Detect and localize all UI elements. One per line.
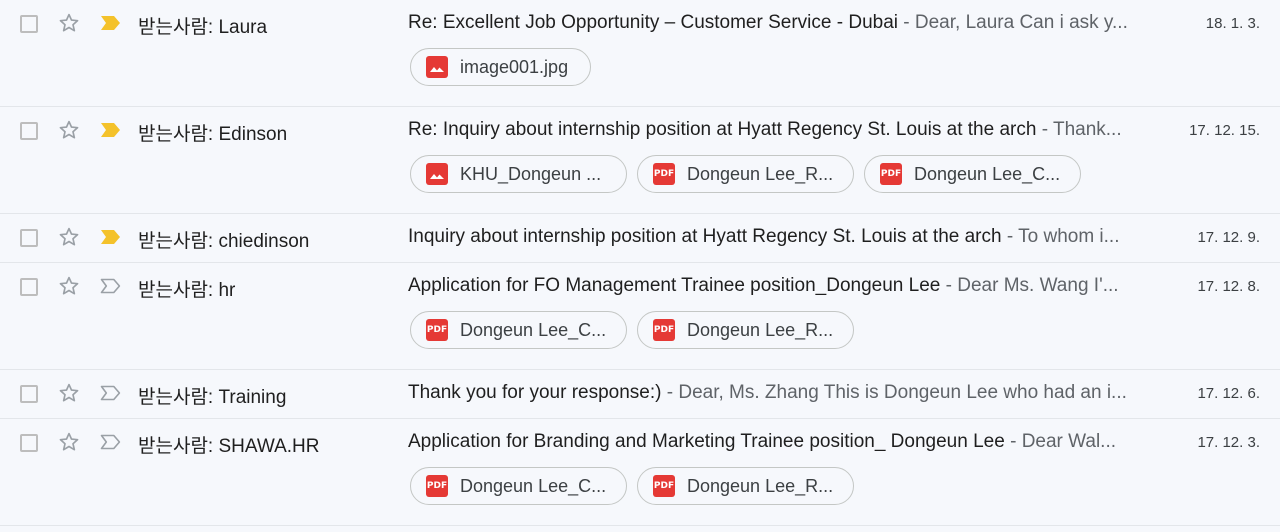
attachment-chip[interactable]: PDF Dongeun Lee_C... xyxy=(410,467,627,505)
email-date: 17. 12. 8. xyxy=(1197,278,1260,295)
email-row-main[interactable]: 받는사람: Edinson Re: Inquiry about internshi… xyxy=(0,107,1280,155)
attachment-name: Dongeun Lee_C... xyxy=(914,163,1061,184)
subject-separator: - xyxy=(1004,431,1022,452)
attachment-chips: PDF Dongeun Lee_C... PDF Dongeun Lee_R... xyxy=(0,311,1280,369)
email-row-main[interactable]: 받는사람: SHAWA.HR Application for Branding a… xyxy=(0,419,1280,467)
email-subject: Thank you for your response:) xyxy=(408,382,662,403)
subject-separator: - xyxy=(1036,119,1053,140)
sender-name: 받는사람: Training xyxy=(138,387,287,408)
star-icon[interactable] xyxy=(58,275,80,297)
sender-name: 받는사람: Laura xyxy=(138,17,268,38)
email-snippet: Dear Ms. Wang I'... xyxy=(957,275,1119,296)
checkbox-icon[interactable] xyxy=(20,229,38,247)
importance-marker-icon[interactable] xyxy=(100,385,122,401)
star-icon[interactable] xyxy=(58,226,80,248)
pdf-file-icon: PDF xyxy=(880,163,902,185)
pdf-file-icon: PDF xyxy=(426,319,448,341)
attachment-name: Dongeun Lee_C... xyxy=(460,475,607,496)
sender-name: 받는사람: hr xyxy=(138,280,236,301)
email-row-main[interactable]: 받는사람: chiedinson Inquiry about internship… xyxy=(0,214,1280,262)
email-snippet: To whom i... xyxy=(1018,226,1120,247)
email-list: 받는사람: Laura Re: Excellent Job Opportunity… xyxy=(0,0,1280,526)
checkbox-icon[interactable] xyxy=(20,434,38,452)
attachment-name: Dongeun Lee_R... xyxy=(687,475,834,496)
attachment-name: KHU_Dongeun ... xyxy=(460,163,602,184)
email-date: 17. 12. 9. xyxy=(1197,229,1260,246)
attachment-chip[interactable]: PDF Dongeun Lee_R... xyxy=(637,155,854,193)
image-file-icon xyxy=(426,56,448,78)
email-row[interactable]: 받는사람: Training Thank you for your respons… xyxy=(0,370,1280,419)
email-snippet: Thank... xyxy=(1052,119,1122,140)
email-row[interactable]: 받는사람: Laura Re: Excellent Job Opportunity… xyxy=(0,0,1280,107)
subject-separator: - xyxy=(661,382,679,403)
star-icon[interactable] xyxy=(58,12,80,34)
attachment-chips: PDF Dongeun Lee_C... PDF Dongeun Lee_R... xyxy=(0,467,1280,525)
checkbox-icon[interactable] xyxy=(20,278,38,296)
attachment-name: Dongeun Lee_R... xyxy=(687,163,834,184)
subject-separator: - xyxy=(1001,226,1019,247)
attachment-chip[interactable]: PDF Dongeun Lee_C... xyxy=(864,155,1081,193)
email-subject: Re: Inquiry about internship position at… xyxy=(408,119,1037,140)
email-row[interactable]: 받는사람: hr Application for FO Management Tr… xyxy=(0,263,1280,370)
attachment-name: image001.jpg xyxy=(460,56,569,77)
pdf-file-icon: PDF xyxy=(426,475,448,497)
subject-separator: - xyxy=(940,275,958,296)
importance-marker-icon[interactable] xyxy=(100,278,122,294)
attachment-name: Dongeun Lee_C... xyxy=(460,319,607,340)
email-date: 17. 12. 3. xyxy=(1197,434,1260,451)
email-row-main[interactable]: 받는사람: Laura Re: Excellent Job Opportunity… xyxy=(0,0,1280,48)
attachment-chips: image001.jpg xyxy=(0,48,1280,106)
email-subject: Application for FO Management Trainee po… xyxy=(408,275,941,296)
pdf-file-icon: PDF xyxy=(653,163,675,185)
subject-line[interactable]: Re: Excellent Job Opportunity – Customer… xyxy=(408,12,1132,34)
pdf-file-icon: PDF xyxy=(653,475,675,497)
email-row-main[interactable]: 받는사람: Training Thank you for your respons… xyxy=(0,370,1280,418)
sender-name: 받는사람: chiedinson xyxy=(138,231,310,252)
subject-line[interactable]: Re: Inquiry about internship position at… xyxy=(408,119,1132,141)
checkbox-icon[interactable] xyxy=(20,385,38,403)
subject-line[interactable]: Application for FO Management Trainee po… xyxy=(408,275,1132,297)
email-row[interactable]: 받는사람: Edinson Re: Inquiry about internshi… xyxy=(0,107,1280,214)
star-icon[interactable] xyxy=(58,431,80,453)
subject-separator: - xyxy=(898,12,915,33)
star-icon[interactable] xyxy=(58,119,80,141)
email-subject: Inquiry about internship position at Hya… xyxy=(408,226,1002,247)
email-snippet: Dear Wal... xyxy=(1021,431,1117,452)
attachment-chip[interactable]: image001.jpg xyxy=(410,48,591,86)
email-row-main[interactable]: 받는사람: hr Application for FO Management Tr… xyxy=(0,263,1280,311)
email-subject: Re: Excellent Job Opportunity – Customer… xyxy=(408,12,898,33)
sender-name: 받는사람: Edinson xyxy=(138,124,288,145)
attachment-chip[interactable]: PDF Dongeun Lee_R... xyxy=(637,311,854,349)
attachment-chip[interactable]: KHU_Dongeun ... xyxy=(410,155,627,193)
checkbox-icon[interactable] xyxy=(20,122,38,140)
email-row[interactable]: 받는사람: chiedinson Inquiry about internship… xyxy=(0,214,1280,263)
star-icon[interactable] xyxy=(58,382,80,404)
sender-name: 받는사람: SHAWA.HR xyxy=(138,436,320,457)
email-date: 17. 12. 15. xyxy=(1189,122,1260,139)
importance-marker-icon[interactable] xyxy=(100,229,122,245)
attachment-chips: KHU_Dongeun ... PDF Dongeun Lee_R... PDF Don… xyxy=(0,155,1280,213)
attachment-chip[interactable]: PDF Dongeun Lee_C... xyxy=(410,311,627,349)
email-snippet: Dear, Laura Can i ask y... xyxy=(914,12,1128,33)
email-snippet: Dear, Ms. Zhang This is Dongeun Lee who … xyxy=(678,382,1127,403)
subject-line[interactable]: Thank you for your response:) - Dear, Ms… xyxy=(408,382,1132,404)
checkbox-icon[interactable] xyxy=(20,15,38,33)
attachment-name: Dongeun Lee_R... xyxy=(687,319,834,340)
email-date: 17. 12. 6. xyxy=(1197,385,1260,402)
attachment-chip[interactable]: PDF Dongeun Lee_R... xyxy=(637,467,854,505)
importance-marker-icon[interactable] xyxy=(100,15,122,31)
subject-line[interactable]: Inquiry about internship position at Hya… xyxy=(408,226,1132,248)
image-file-icon xyxy=(426,163,448,185)
importance-marker-icon[interactable] xyxy=(100,434,122,450)
email-row[interactable]: 받는사람: SHAWA.HR Application for Branding a… xyxy=(0,419,1280,526)
subject-line[interactable]: Application for Branding and Marketing T… xyxy=(408,431,1132,453)
email-subject: Application for Branding and Marketing T… xyxy=(408,431,1005,452)
importance-marker-icon[interactable] xyxy=(100,122,122,138)
email-date: 18. 1. 3. xyxy=(1205,15,1260,32)
pdf-file-icon: PDF xyxy=(653,319,675,341)
